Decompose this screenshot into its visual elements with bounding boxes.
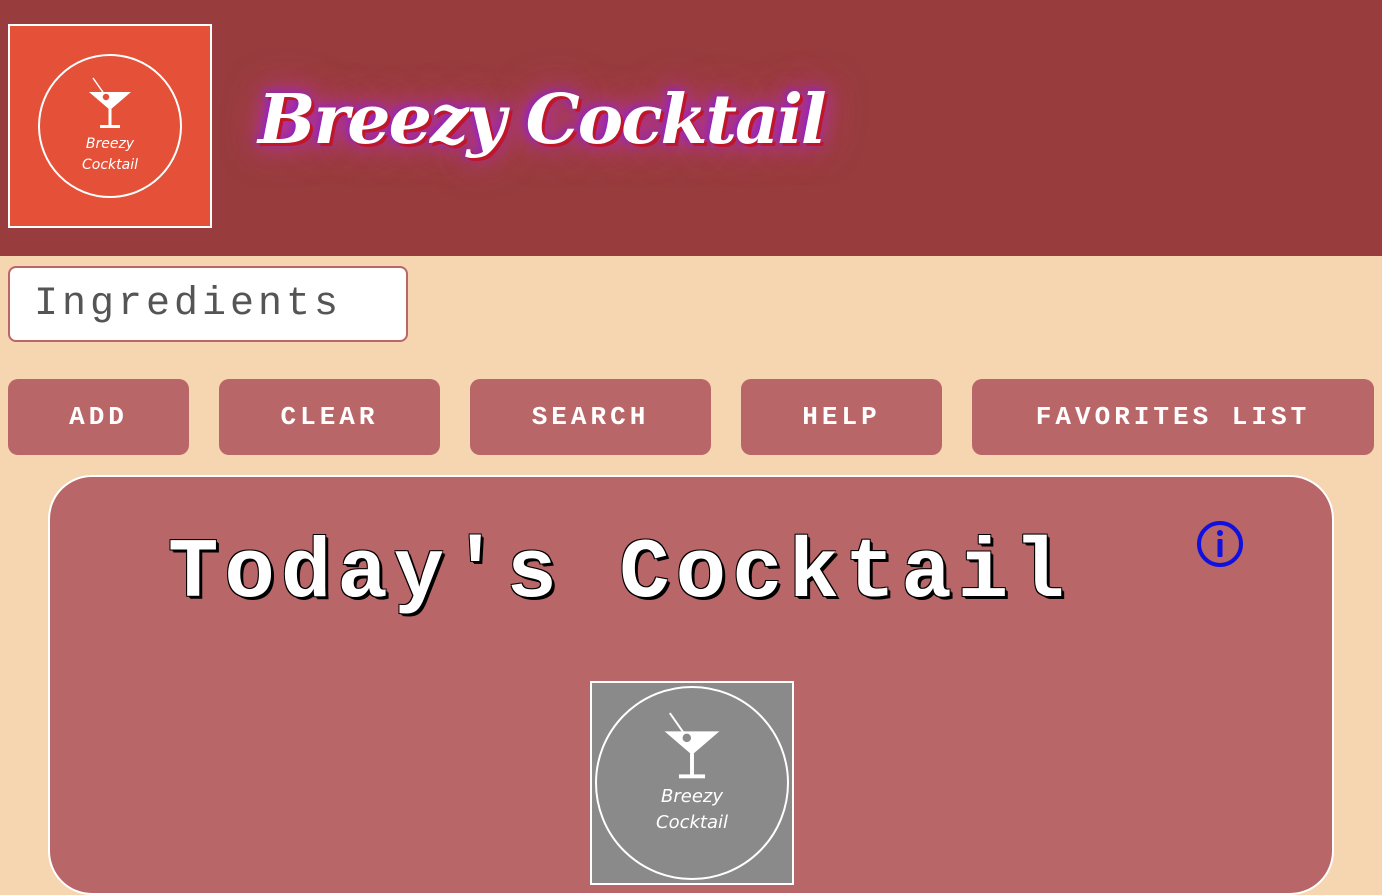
header: Breezy Cocktail Breezy Cocktail bbox=[0, 0, 1382, 256]
add-button[interactable]: ADD bbox=[8, 379, 189, 455]
clear-button[interactable]: CLEAR bbox=[219, 379, 440, 455]
logo[interactable]: Breezy Cocktail bbox=[8, 24, 212, 228]
todays-cocktail-card: Today's Cocktail Breezy Cocktail bbox=[48, 475, 1334, 895]
logo-text-line2: Cocktail bbox=[82, 157, 138, 173]
drink-image: Breezy Cocktail bbox=[590, 681, 794, 885]
drink-image-text-line1: Breezy bbox=[661, 786, 723, 807]
logo-ring: Breezy Cocktail bbox=[38, 54, 182, 198]
favorites-list-button[interactable]: FAVORITES LIST bbox=[972, 379, 1374, 455]
logo-text-line1: Breezy bbox=[85, 136, 135, 152]
ingredients-input[interactable] bbox=[8, 266, 408, 342]
drink-image-ring: Breezy Cocktail bbox=[595, 686, 789, 880]
info-icon[interactable] bbox=[1196, 520, 1244, 568]
cocktail-glass-icon bbox=[89, 77, 131, 128]
help-button[interactable]: HELP bbox=[741, 379, 942, 455]
brand-title: Breezy Cocktail bbox=[258, 80, 827, 160]
drink-image-text-line2: Cocktail bbox=[656, 812, 728, 833]
card-title: Today's Cocktail bbox=[168, 527, 1071, 622]
cocktail-glass-icon bbox=[664, 712, 720, 779]
search-button[interactable]: SEARCH bbox=[470, 379, 711, 455]
